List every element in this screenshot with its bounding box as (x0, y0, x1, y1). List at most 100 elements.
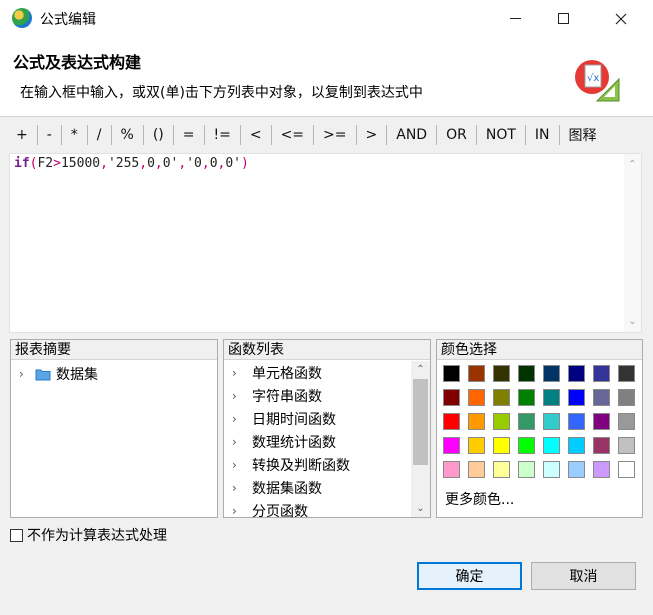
color-swatch[interactable] (618, 365, 635, 382)
color-swatch[interactable] (493, 389, 510, 406)
color-swatch[interactable] (568, 413, 585, 430)
maximize-button[interactable] (540, 0, 586, 37)
function-category-label: 日期时间函数 (252, 411, 336, 428)
title-bar: 公式编辑 (0, 0, 653, 37)
color-picker-panel: 颜色选择 更多颜色... (436, 339, 643, 518)
operator-button[interactable]: NOT (477, 122, 525, 148)
chevron-right-icon[interactable]: › (232, 389, 244, 403)
operator-button[interactable]: AND (387, 122, 436, 148)
color-swatch[interactable] (518, 461, 535, 478)
color-swatch[interactable] (618, 437, 635, 454)
color-swatch[interactable] (618, 413, 635, 430)
color-swatch[interactable] (493, 413, 510, 430)
no-calc-checkbox-row[interactable]: 不作为计算表达式处理 (10, 525, 167, 545)
color-swatch[interactable] (618, 461, 635, 478)
color-swatch[interactable] (543, 461, 560, 478)
operator-button[interactable]: % (112, 122, 143, 148)
color-swatch[interactable] (468, 413, 485, 430)
color-swatch[interactable] (443, 437, 460, 454)
color-swatch[interactable] (468, 461, 485, 478)
color-swatch[interactable] (593, 461, 610, 478)
more-colors-link[interactable]: 更多颜色... (445, 489, 514, 509)
scroll-up-icon[interactable]: ⌃ (624, 156, 641, 173)
color-swatch[interactable] (468, 437, 485, 454)
color-swatch[interactable] (593, 389, 610, 406)
operator-button[interactable]: * (62, 122, 87, 148)
operator-button[interactable]: () (144, 122, 173, 148)
operator-button[interactable]: < (241, 122, 271, 148)
color-swatch[interactable] (518, 413, 535, 430)
color-swatch[interactable] (493, 461, 510, 478)
function-category-item[interactable]: › 字符串函数 (224, 384, 411, 407)
color-swatch[interactable] (518, 389, 535, 406)
color-swatch[interactable] (543, 437, 560, 454)
operator-button[interactable]: 图释 (560, 122, 606, 148)
header-description: 在输入框中输入，或双(单)击下方列表中对象，以复制到表达式中 (20, 85, 423, 101)
function-category-item[interactable]: › 日期时间函数 (224, 407, 411, 430)
color-swatch[interactable] (443, 461, 460, 478)
color-swatch[interactable] (593, 365, 610, 382)
color-swatch[interactable] (493, 365, 510, 382)
app-icon (12, 8, 32, 28)
color-swatch[interactable] (468, 389, 485, 406)
operator-button[interactable]: != (205, 122, 240, 148)
operator-button[interactable]: >= (314, 122, 355, 148)
chevron-right-icon[interactable]: › (232, 504, 244, 518)
operator-button[interactable]: OR (437, 122, 476, 148)
color-swatch[interactable] (568, 365, 585, 382)
function-category-item[interactable]: › 转换及判断函数 (224, 453, 411, 476)
no-calc-checkbox[interactable] (10, 528, 23, 542)
color-swatch[interactable] (568, 461, 585, 478)
scroll-thumb[interactable] (413, 379, 428, 465)
scroll-down-icon[interactable]: ⌄ (412, 500, 429, 517)
expression-token: 0 (147, 156, 155, 171)
color-swatch[interactable] (543, 389, 560, 406)
chevron-right-icon[interactable]: › (232, 458, 244, 472)
function-category-item[interactable]: › 数据集函数 (224, 476, 411, 499)
operator-button[interactable]: > (357, 122, 387, 148)
operator-button[interactable]: - (38, 122, 61, 148)
operator-button[interactable]: IN (526, 122, 559, 148)
function-list-title: 函数列表 (224, 340, 430, 360)
color-swatch[interactable] (518, 437, 535, 454)
function-category-item[interactable]: › 数理统计函数 (224, 430, 411, 453)
color-swatch[interactable] (518, 365, 535, 382)
function-category-item[interactable]: › 单元格函数 (224, 361, 411, 384)
expression-editor[interactable]: if(F2>15000,'255,0,0','0,0,0') ⌃ ⌄ (9, 153, 642, 333)
ok-button[interactable]: 确定 (417, 562, 522, 590)
function-list-scrollbar[interactable]: ⌃ ⌄ (411, 361, 430, 517)
scroll-up-icon[interactable]: ⌃ (412, 361, 429, 378)
color-swatch[interactable] (443, 365, 460, 382)
color-swatch[interactable] (443, 389, 460, 406)
color-swatch[interactable] (543, 365, 560, 382)
cancel-button[interactable]: 取消 (531, 562, 636, 590)
color-swatch[interactable] (468, 365, 485, 382)
operator-button[interactable]: = (174, 122, 204, 148)
chevron-right-icon[interactable]: › (232, 481, 244, 495)
chevron-right-icon[interactable]: › (232, 412, 244, 426)
chevron-right-icon[interactable]: › (232, 435, 244, 449)
operator-button[interactable]: / (88, 122, 111, 148)
scroll-down-icon[interactable]: ⌄ (624, 313, 641, 330)
color-swatch[interactable] (618, 389, 635, 406)
tree-item-dataset[interactable]: › 数据集 (19, 364, 98, 384)
close-button[interactable] (598, 0, 644, 37)
chevron-right-icon[interactable]: › (19, 367, 31, 381)
color-swatch[interactable] (493, 437, 510, 454)
chevron-right-icon[interactable]: › (232, 366, 244, 380)
expression-token: , (154, 156, 163, 171)
color-swatch[interactable] (593, 437, 610, 454)
color-swatch[interactable] (593, 413, 610, 430)
editor-scrollbar[interactable]: ⌃ ⌄ (624, 154, 641, 332)
minimize-button[interactable] (492, 0, 538, 37)
expression-token: '255 (107, 156, 140, 171)
operator-button[interactable]: + (7, 122, 37, 148)
color-swatch[interactable] (568, 437, 585, 454)
function-category-item[interactable]: › 分页函数 (224, 499, 411, 522)
expression-text[interactable]: if(F2>15000,'255,0,0','0,0,0') (14, 156, 249, 171)
folder-icon (35, 369, 51, 380)
operator-button[interactable]: <= (272, 122, 313, 148)
color-swatch[interactable] (568, 389, 585, 406)
color-swatch[interactable] (543, 413, 560, 430)
color-swatch[interactable] (443, 413, 460, 430)
